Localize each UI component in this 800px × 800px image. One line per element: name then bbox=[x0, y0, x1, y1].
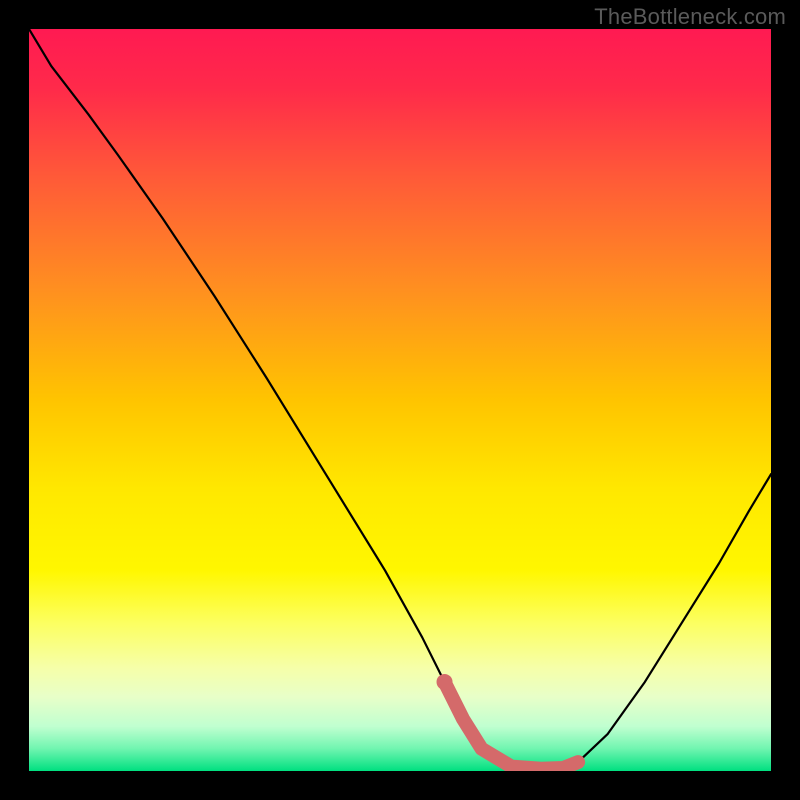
watermark-text: TheBottleneck.com bbox=[594, 4, 786, 30]
chart-svg bbox=[29, 29, 771, 771]
optimal-zone-dot bbox=[437, 674, 453, 690]
chart-plot-area bbox=[29, 29, 771, 771]
